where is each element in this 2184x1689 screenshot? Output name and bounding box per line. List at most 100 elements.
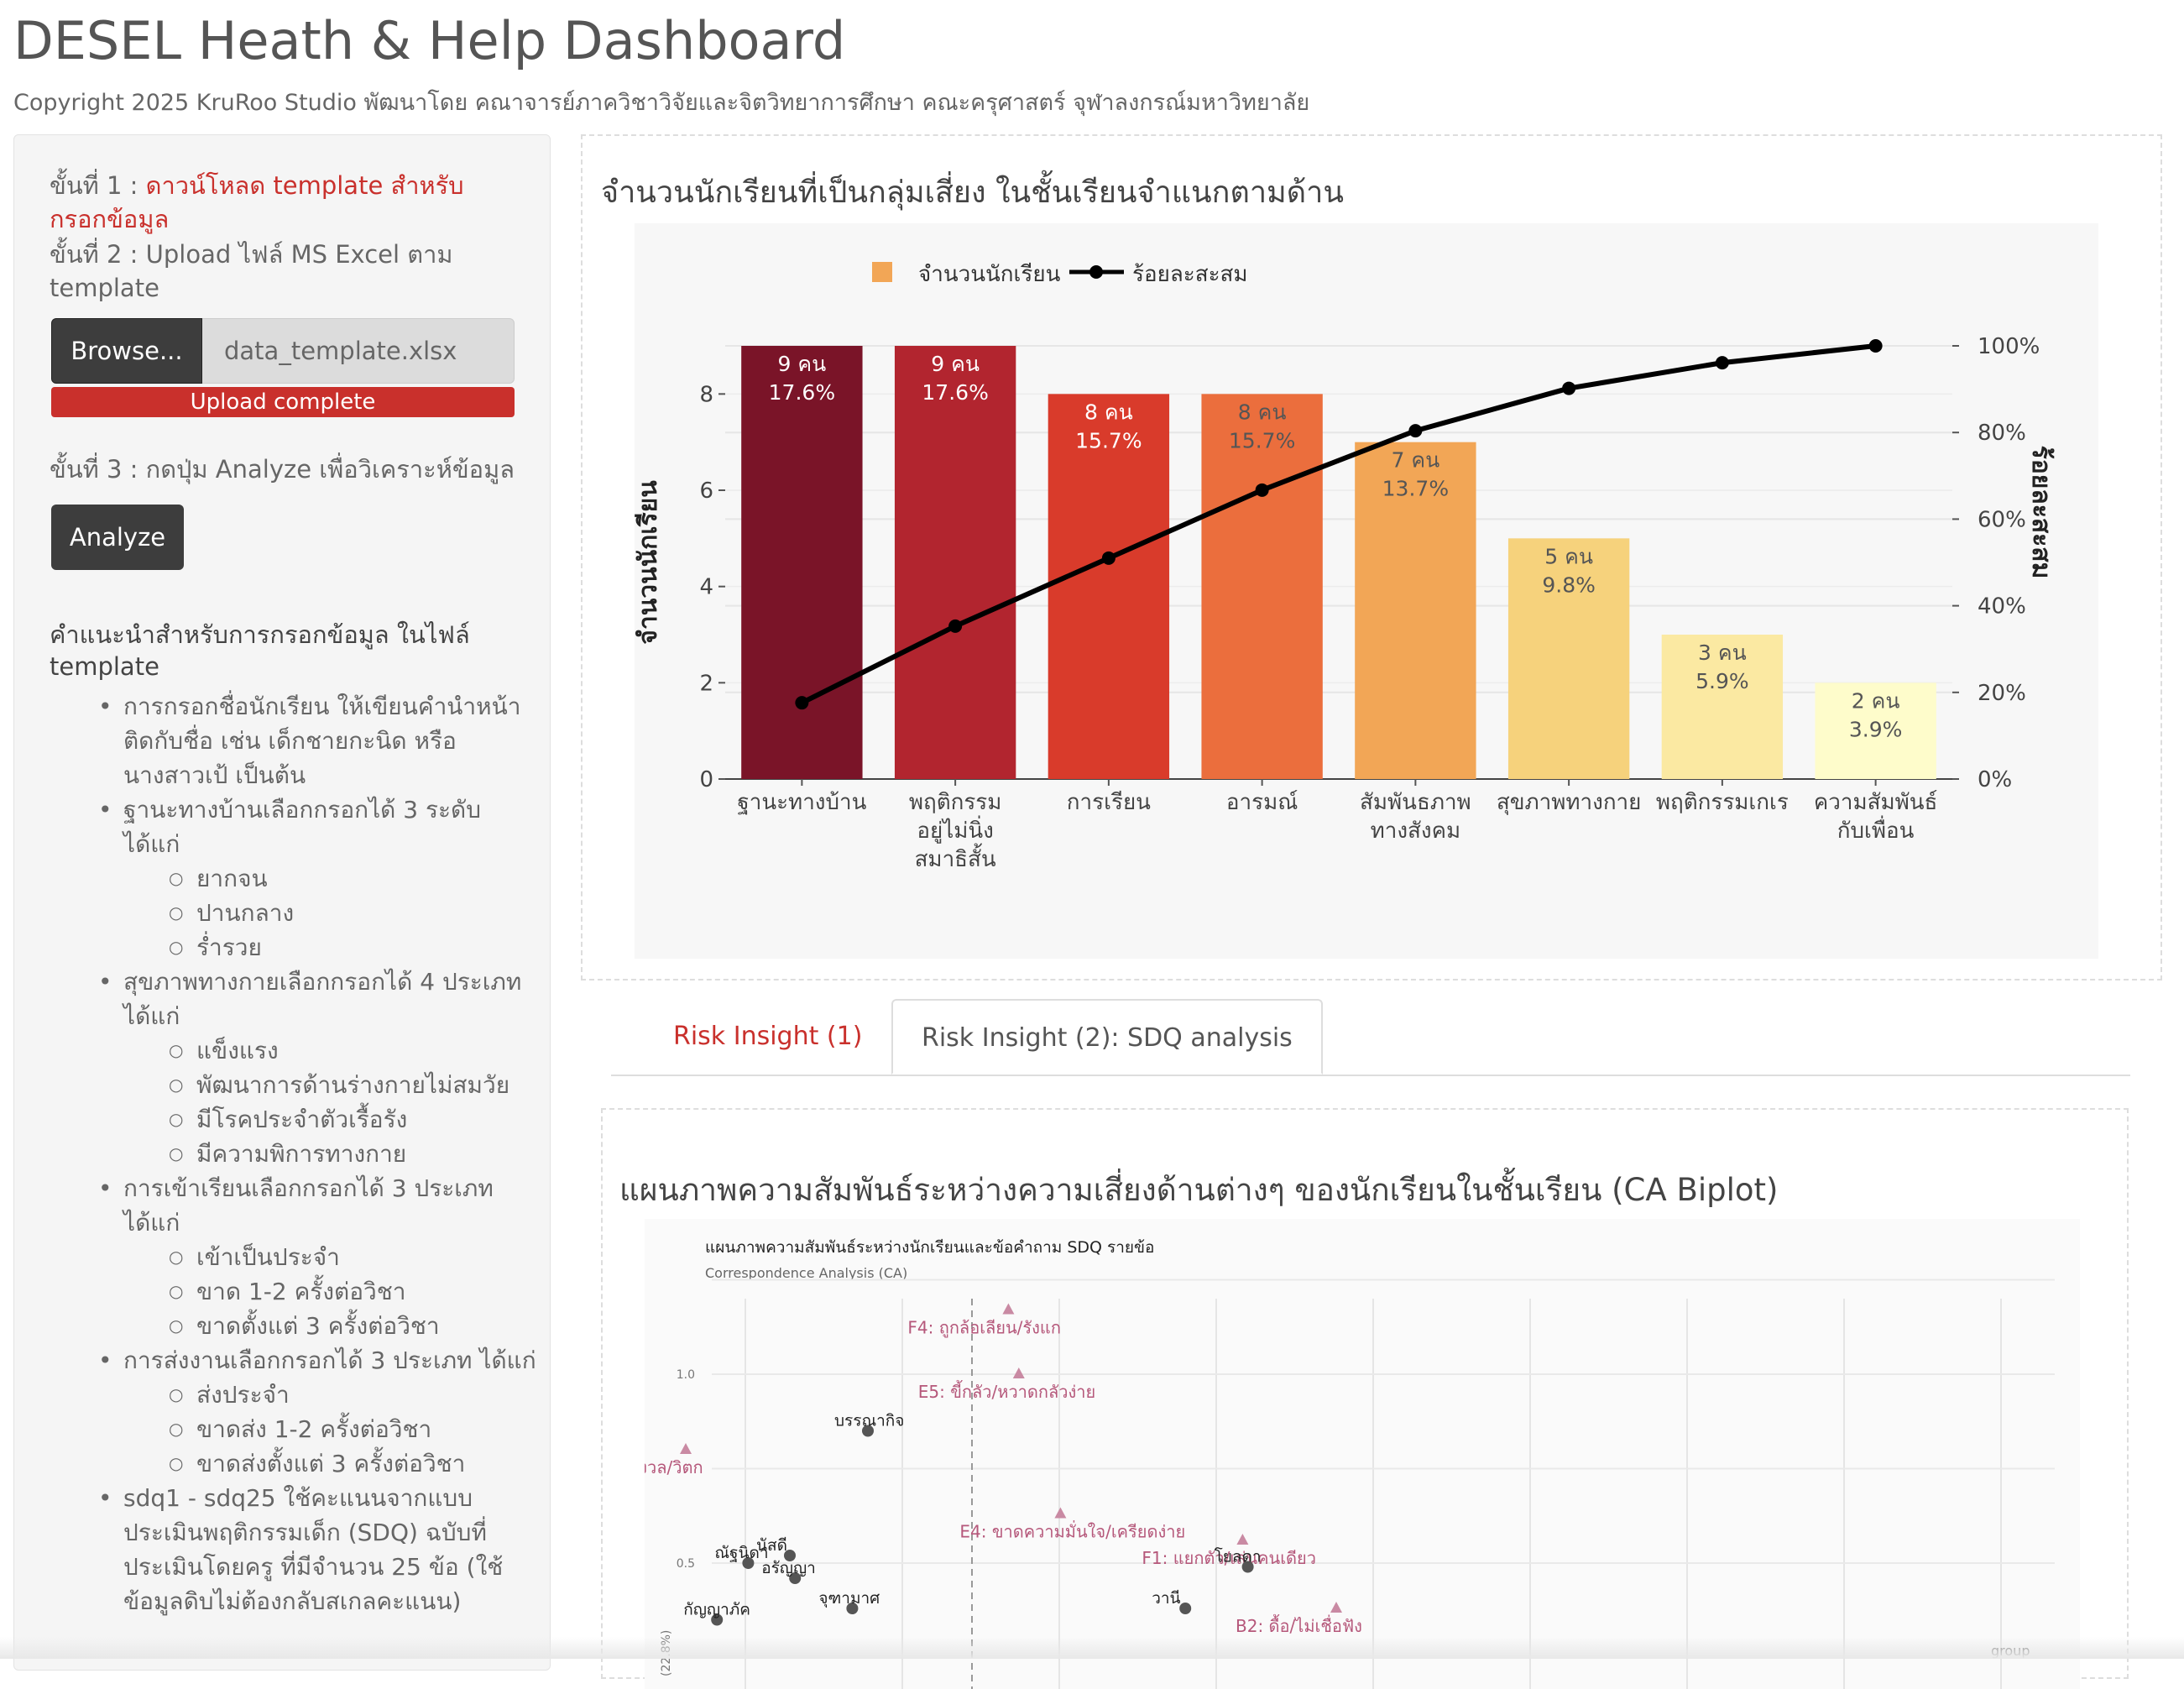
instruction-subitem: ร่ำรวย xyxy=(50,930,536,965)
y-tick-label: 6 xyxy=(699,478,713,504)
cumulative-point xyxy=(1562,381,1576,395)
ca-item-label: F4: ถูกล้อเลียน/รังแก xyxy=(907,1318,1061,1339)
bar-percent-label: 17.6% xyxy=(922,380,988,405)
ca-y-tick-label: 0.5 xyxy=(677,1557,695,1571)
ca-biplot-title: แผนภาพความสัมพันธ์ระหว่างความเสี่ยงด้านต… xyxy=(619,1172,1779,1208)
y2-tick-label: 80% xyxy=(1978,421,2026,446)
bar-percent-label: 5.9% xyxy=(1695,669,1749,693)
y-axis-title: จำนวนนักเรียน xyxy=(634,480,663,645)
ca-y-tick-label: 1.0 xyxy=(677,1368,695,1382)
instruction-subitem: ขาดตั้งแต่ 3 ครั้งต่อวิชา xyxy=(50,1309,536,1343)
ca-student-label: อรัญญา xyxy=(761,1559,816,1577)
y2-axis-title: ร้อยละสะสม xyxy=(2026,446,2056,579)
x-tick-label: พฤติกรรมอยู่ไม่นิ่งสมาธิสั้น xyxy=(909,790,1002,872)
ca-biplot-panel: แผนภาพความสัมพันธ์ระหว่างความเสี่ยงด้านต… xyxy=(601,1108,2129,1689)
y2-tick-label: 100% xyxy=(1978,334,2040,359)
cumulative-point xyxy=(1408,424,1423,438)
ca-item-label: E2: ขี้กังวล/วิตก xyxy=(645,1456,703,1477)
instruction-subitem: ส่งประจำ xyxy=(50,1378,536,1412)
sidebar-panel: ขั้นที่ 1 : ดาวน์โหลด template สำหรับกรอ… xyxy=(13,134,551,1671)
instruction-subitem: ปานกลาง xyxy=(50,896,536,930)
bar-count-label: 2 คน xyxy=(1852,688,1900,713)
pareto-chart-panel: จำนวนนักเรียนที่เป็นกลุ่มเสี่ยง ในชั้นเร… xyxy=(581,134,2162,980)
y2-tick-label: 0% xyxy=(1978,767,2012,792)
scroll-fade xyxy=(0,1637,2184,1659)
bar-percent-label: 3.9% xyxy=(1849,717,1903,741)
y2-tick-label: 40% xyxy=(1978,594,2026,620)
cumulative-point xyxy=(948,619,963,633)
ca-item-label: E4: ขาดความมั่นใจ/เครียดง่าย xyxy=(959,1520,1185,1542)
page-title: DESEL Heath & Help Dashboard xyxy=(13,10,846,71)
ca-student-label: จุฑามาศ xyxy=(818,1589,880,1608)
legend-line-label: ร้อยละสะสม xyxy=(1132,262,1248,287)
step-2: ขั้นที่ 2 : Upload ไฟล์ MS Excel ตาม tem… xyxy=(50,240,453,302)
instruction-subitem: ยากจน xyxy=(50,861,536,896)
y2-tick-label: 20% xyxy=(1978,681,2026,706)
browse-button[interactable]: Browse... xyxy=(51,318,202,384)
file-upload-input[interactable]: Browse... data_template.xlsx xyxy=(51,318,531,384)
bar-count-label: 5 คน xyxy=(1544,544,1593,568)
page-subtitle: Copyright 2025 KruRoo Studio พัฒนาโดย คณ… xyxy=(13,90,1310,116)
bar-percent-label: 15.7% xyxy=(1229,428,1295,452)
file-name-field: data_template.xlsx xyxy=(202,318,515,384)
instruction-item: การส่งงานเลือกกรอกได้ 3 ประเภท ได้แก่ xyxy=(50,1343,536,1378)
tab-risk-insight-2[interactable]: Risk Insight (2): SDQ analysis xyxy=(891,999,1323,1075)
cumulative-point xyxy=(1715,356,1729,370)
legend-line-marker xyxy=(1089,265,1103,279)
y-tick-label: 8 xyxy=(699,382,713,407)
ca-biplot-chart: แผนภาพความสัมพันธ์ระหว่างนักเรียนและข้อค… xyxy=(645,1219,2080,1689)
ca-inner-subtitle: Correspondence Analysis (CA) xyxy=(705,1265,907,1281)
ca-item-label: E5: ขี้กลัว/หวาดกลัวง่าย xyxy=(918,1380,1095,1402)
ca-student-point xyxy=(1179,1603,1192,1614)
cumulative-point xyxy=(795,696,809,710)
instruction-subitem: ขาด 1-2 ครั้งต่อวิชา xyxy=(50,1274,536,1309)
instruction-subitem: มีโรคประจำตัวเรื้อรัง xyxy=(50,1102,536,1137)
cumulative-point xyxy=(1868,339,1883,353)
instruction-item: ฐานะทางบ้านเลือกกรอกได้ 3 ระดับ ได้แก่ xyxy=(50,792,536,861)
bar-count-label: 8 คน xyxy=(1084,400,1133,424)
bar xyxy=(894,346,1016,779)
x-tick-label: ฐานะทางบ้าน xyxy=(737,790,866,815)
instruction-item: สุขภาพทางกายเลือกกรอกได้ 4 ประเภท ได้แก่ xyxy=(50,965,536,1033)
instructions-title: คำแนะนำสำหรับการกรอกข้อมูล ในไฟล์ templa… xyxy=(50,620,470,681)
x-tick-label: อารมณ์ xyxy=(1226,790,1298,815)
bar-count-label: 8 คน xyxy=(1238,400,1287,424)
cumulative-point xyxy=(1255,483,1269,497)
instruction-subitem: พัฒนาการด้านร่างกายไม่สมวัย xyxy=(50,1068,536,1102)
x-tick-label: การเรียน xyxy=(1067,790,1151,815)
tab-bar: Risk Insight (1) Risk Insight (2): SDQ a… xyxy=(611,999,2130,1076)
instruction-item: การกรอกชื่อนักเรียน ให้เขียนคำนำหน้าติดก… xyxy=(50,689,536,792)
ca-inner-title: แผนภาพความสัมพันธ์ระหว่างนักเรียนและข้อค… xyxy=(705,1238,1154,1257)
bar-count-label: 3 คน xyxy=(1698,641,1747,665)
cumulative-point xyxy=(1101,551,1116,565)
instructions-list: การกรอกชื่อนักเรียน ให้เขียนคำนำหน้าติดก… xyxy=(50,689,536,1618)
instruction-item: sdq1 - sdq25 ใช้คะแนนจากแบบประเมินพฤติกร… xyxy=(50,1481,536,1618)
instruction-subitem: เข้าเป็นประจำ xyxy=(50,1240,536,1274)
bar-count-label: 7 คน xyxy=(1392,448,1440,473)
ca-student-label: โยลดา xyxy=(1215,1547,1262,1566)
ca-student-label: วานี xyxy=(1152,1589,1180,1608)
y-tick-label: 0 xyxy=(699,767,713,792)
y-tick-label: 2 xyxy=(699,671,713,696)
step-1-label: ขั้นที่ 1 : xyxy=(50,171,146,200)
bar-percent-label: 15.7% xyxy=(1075,428,1142,452)
bar-percent-label: 13.7% xyxy=(1382,477,1449,501)
legend-bar-label: จำนวนนักเรียน xyxy=(918,262,1061,287)
analyze-button[interactable]: Analyze xyxy=(51,505,184,570)
instruction-subitem: ขาดส่ง 1-2 ครั้งต่อวิชา xyxy=(50,1412,536,1446)
tab-risk-insight-1[interactable]: Risk Insight (1) xyxy=(645,999,891,1075)
y2-tick-label: 60% xyxy=(1978,507,2026,532)
step-3: ขั้นที่ 3 : กดปุ่ม Analyze เพื่อวิเคราะห… xyxy=(50,455,515,484)
pareto-chart: 024680%20%40%60%80%100%จำนวนนักเรียน ร้อย… xyxy=(634,223,2098,959)
ca-item-label: B2: ดื้อ/ไม่เชื่อฟัง xyxy=(1236,1614,1362,1636)
instruction-item: การเข้าเรียนเลือกกรอกได้ 3 ประเภท ได้แก่ xyxy=(50,1171,536,1240)
y-tick-label: 4 xyxy=(699,575,713,600)
ca-student-label: บรรณากิจ xyxy=(834,1412,904,1430)
ca-plot-background xyxy=(645,1219,2080,1689)
bar-percent-label: 9.8% xyxy=(1542,573,1596,597)
instruction-subitem: แข็งแรง xyxy=(50,1033,536,1068)
upload-progress-bar: Upload complete xyxy=(51,387,515,417)
x-tick-label: สุขภาพทางกาย xyxy=(1497,790,1642,815)
instruction-subitem: มีความพิการทางกาย xyxy=(50,1137,536,1171)
instruction-subitem: ขาดส่งตั้งแต่ 3 ครั้งต่อวิชา xyxy=(50,1446,536,1481)
